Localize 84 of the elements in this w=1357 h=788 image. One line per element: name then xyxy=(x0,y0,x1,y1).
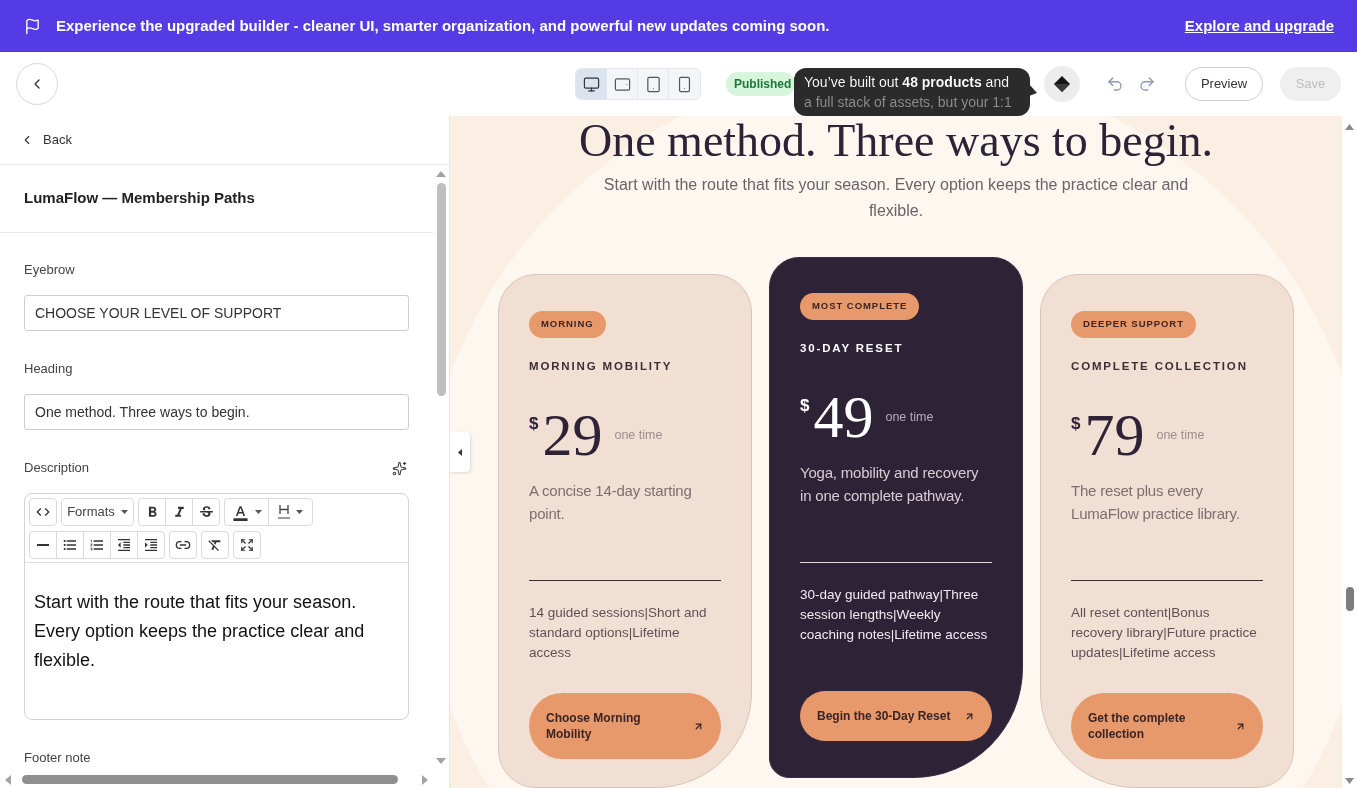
field-label: Description xyxy=(24,460,90,476)
outdent-button[interactable] xyxy=(110,531,138,559)
caret-icon xyxy=(254,510,262,514)
diamond-button[interactable] xyxy=(1044,66,1080,102)
price-period: one time xyxy=(885,408,934,426)
plan-description: The reset plus every LumaFlow practice library. xyxy=(1071,481,1241,524)
scrollbar-thumb[interactable] xyxy=(1345,587,1354,611)
scroll-down-arrow-icon[interactable] xyxy=(1345,778,1354,784)
plan-name: MORNING MOBILITY xyxy=(529,359,674,373)
horizontal-line-button[interactable] xyxy=(29,531,57,559)
plan-price: 49 xyxy=(813,387,874,447)
text-input[interactable]: CHOOSE YOUR LEVEL OF SUPPORT xyxy=(24,295,409,331)
clear-formatting-icon xyxy=(207,537,223,553)
numbered-list-button[interactable] xyxy=(83,531,111,559)
field-label: Eyebrow xyxy=(24,262,76,278)
scroll-up-arrow-icon[interactable] xyxy=(1345,124,1354,130)
highlight-color-icon xyxy=(278,504,290,520)
plan-cta-button[interactable]: Choose Morning Mobility xyxy=(529,693,721,759)
strikethrough-button[interactable] xyxy=(192,498,220,526)
caret-left-icon xyxy=(458,448,462,456)
plan-tag: MOST COMPLETE xyxy=(800,293,920,320)
banner-text: Experience the upgraded builder - cleaner UI, smarter organization, and powerful new updates coming soon. xyxy=(56,15,830,36)
section-heading: One method. Three ways to begin. xyxy=(578,118,1214,164)
section-subheading: Start with the route that fits your season. Every option keeps the practice clear and flexible. xyxy=(602,175,1190,221)
italic-button[interactable] xyxy=(165,498,193,526)
currency-symbol: $ xyxy=(1071,415,1081,432)
plan-name: 30-DAY RESET xyxy=(800,341,905,355)
indent-button[interactable] xyxy=(137,531,165,559)
flag-icon xyxy=(24,17,41,35)
field-label: Heading xyxy=(24,361,74,377)
tablet-landscape-icon xyxy=(613,75,631,93)
plan-tag: DEEPER SUPPORT xyxy=(1071,311,1196,338)
diamond-icon xyxy=(1054,76,1070,92)
bullet-list-icon xyxy=(62,537,78,553)
plan-price: 79 xyxy=(1084,405,1145,465)
horizontal-line-icon xyxy=(37,544,49,546)
highlight-color-button[interactable] xyxy=(268,498,313,526)
fullscreen-button[interactable] xyxy=(233,531,261,559)
tablet-icon xyxy=(644,75,662,93)
caret-icon xyxy=(296,510,303,514)
price-period: one time xyxy=(614,426,663,444)
caret-icon xyxy=(120,510,128,514)
editor-text-area[interactable]: Start with the route that fits your season. Every option keeps the practice clear and flexible. xyxy=(25,563,408,719)
redo-icon xyxy=(1138,75,1156,93)
plan-tag: MORNING xyxy=(529,311,606,338)
text-color-button[interactable] xyxy=(224,498,269,526)
formats-dropdown[interactable]: Formats xyxy=(61,498,134,526)
plan-cta-button[interactable]: Begin the 30-Day Reset xyxy=(800,691,992,741)
back-link[interactable]: Back xyxy=(20,130,72,150)
currency-symbol: $ xyxy=(529,415,539,432)
plan-features: 14 guided sessions|Short and standard options|Lifetime access xyxy=(529,604,708,662)
plan-description: Yoga, mobility and recovery in one complete pathway. xyxy=(800,463,980,506)
plan-description: A concise 14-day starting point. xyxy=(529,481,693,524)
plan-price: 29 xyxy=(542,405,603,465)
preview-button[interactable]: Preview xyxy=(1185,67,1263,101)
sparkle-button[interactable] xyxy=(392,460,407,476)
currency-symbol: $ xyxy=(800,397,810,414)
plan-features: All reset content|Bonus recovery library|Future practice updates|Lifetime access xyxy=(1071,604,1258,662)
status-badge: Published xyxy=(726,72,796,96)
price-period: one time xyxy=(1156,426,1205,444)
field-label: Footer note xyxy=(24,750,92,766)
bullet-list-button[interactable] xyxy=(56,531,84,559)
panel-title: LumaFlow — Membership Paths xyxy=(24,188,255,209)
phone-icon xyxy=(676,75,693,93)
sparkle-icon xyxy=(392,460,407,476)
fullscreen-icon xyxy=(240,538,254,552)
scrollbar-thumb[interactable] xyxy=(22,775,398,784)
text-color-icon xyxy=(231,503,249,521)
upgrade-link[interactable]: Explore and upgrade xyxy=(1184,14,1334,38)
link-button[interactable] xyxy=(169,531,197,559)
plan-cta-button[interactable]: Get the complete collection xyxy=(1071,693,1263,759)
scrollbar-thumb[interactable] xyxy=(436,183,446,396)
indent-icon xyxy=(143,537,159,553)
clear-formatting-button[interactable] xyxy=(201,531,229,559)
outdent-icon xyxy=(116,537,132,553)
plan-features: 30-day guided pathway|Three session lengths|Weekly coaching notes|Lifetime access xyxy=(800,586,989,644)
text-input[interactable]: One method. Three ways to begin. xyxy=(24,394,409,430)
monitor-icon xyxy=(582,75,600,93)
numbered-list-icon xyxy=(89,537,105,553)
plan-name: COMPLETE COLLECTION xyxy=(1071,359,1249,373)
code-view-button[interactable] xyxy=(29,498,57,526)
bold-button[interactable] xyxy=(138,498,166,526)
desktop-view-button[interactable] xyxy=(576,69,607,99)
undo-icon xyxy=(1106,75,1124,93)
